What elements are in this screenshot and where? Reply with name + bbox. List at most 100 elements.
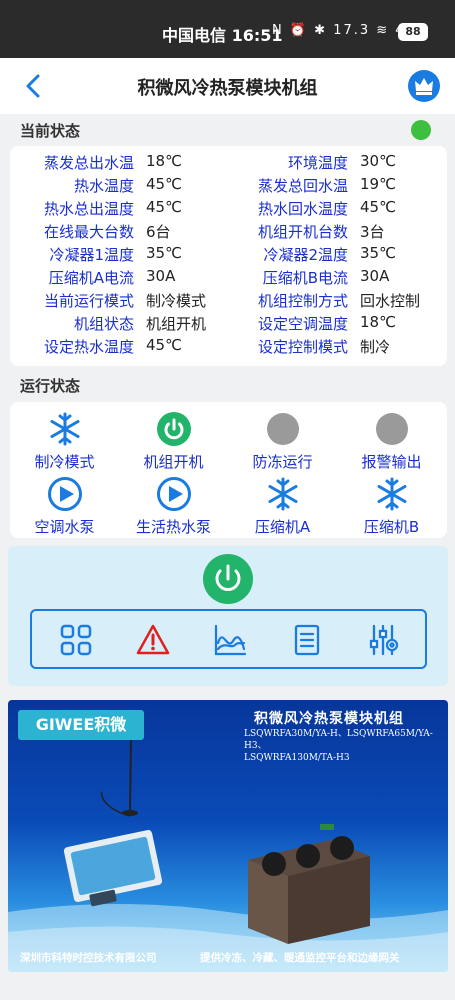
gray-dot-icon — [266, 412, 300, 446]
banner-models-line: LSQWRFA130M/TA-H3 — [244, 753, 350, 763]
run-item-cooling-mode: 制冷模式 — [10, 412, 119, 472]
status-label: 冷凝器1温度 — [49, 246, 134, 264]
status-label: 热水回水温度 — [257, 200, 348, 218]
list-icon — [294, 624, 320, 656]
run-item-ac-pump: 空调水泵 — [10, 477, 119, 537]
status-label: 设定控制模式 — [257, 338, 348, 356]
run-item-label: 生活热水泵 — [135, 518, 211, 536]
status-value: 18℃ — [146, 152, 182, 170]
banner-models: LSQWRFA30M/YA-H、LSQWRFA65M/YA-H3、 LSQWRF… — [244, 728, 448, 764]
status-value: 45℃ — [360, 198, 396, 216]
status-icons: N ⏰ ✱ 17.3 ≋ 4G — [272, 23, 418, 38]
status-value: 45℃ — [146, 336, 182, 354]
status-value: 19℃ — [360, 175, 396, 193]
status-row: 热水温度 45℃ 蒸发总回水温 19℃ — [10, 175, 447, 198]
current-status-title: 当前状态 — [20, 122, 81, 140]
online-status-indicator — [411, 120, 431, 140]
run-item-label: 报警输出 — [361, 453, 422, 471]
status-label: 蒸发总出水温 — [43, 154, 134, 172]
run-item-label: 压缩机A — [254, 518, 311, 536]
pump-play-icon — [47, 477, 82, 511]
control-panel — [8, 546, 448, 686]
settings-button[interactable] — [367, 623, 401, 657]
status-label: 环境温度 — [287, 154, 348, 172]
status-value: 6台 — [146, 223, 171, 241]
status-value: 30℃ — [360, 152, 396, 170]
status-label: 设定空调温度 — [257, 315, 348, 333]
warning-icon — [136, 624, 170, 655]
run-item-antifreeze: 防冻运行 — [228, 412, 337, 472]
battery-icon: 88 — [398, 23, 428, 41]
pump-play-icon — [156, 477, 191, 511]
run-item-label: 防冻运行 — [252, 453, 313, 471]
run-item-hot-water-pump: 生活热水泵 — [119, 477, 228, 537]
power-on-icon — [156, 412, 191, 446]
status-label: 机组控制方式 — [257, 292, 348, 310]
status-value: 3台 — [360, 223, 385, 241]
status-label: 压缩机B电流 — [262, 269, 348, 287]
run-item-unit-on: 机组开机 — [119, 412, 228, 472]
run-item-label: 压缩机B — [363, 518, 420, 536]
brand-logo: GIWEE积微 — [18, 710, 144, 740]
chart-icon — [214, 624, 247, 656]
carrier-time: 中国电信 16:51 — [162, 26, 283, 45]
banner-company: 深圳市科特时控技术有限公司 — [20, 952, 157, 964]
run-status-card: 制冷模式 机组开机 防冻运行 报警输出 空调水泵 生活热水泵 压缩机A 压缩机B — [10, 402, 447, 538]
app-header: 积微风冷热泵模块机组 — [0, 58, 455, 114]
grid-icon — [60, 624, 92, 656]
status-value: 30A — [146, 267, 176, 285]
run-item-compressor-a: 压缩机A — [228, 477, 337, 537]
status-value: 制冷模式 — [146, 292, 207, 310]
status-value: 机组开机 — [146, 315, 207, 333]
dashboard-button[interactable] — [59, 623, 93, 657]
run-item-label: 制冷模式 — [34, 453, 95, 471]
page-title: 积微风冷热泵模块机组 — [137, 78, 318, 99]
status-label: 当前运行模式 — [43, 292, 134, 310]
status-label: 压缩机A电流 — [48, 269, 134, 287]
status-value: 30A — [360, 267, 390, 285]
run-item-label: 机组开机 — [143, 453, 204, 471]
system-status-bar: 中国电信 16:51 N ⏰ ✱ 17.3 ≋ 4G 88 — [0, 0, 455, 58]
power-button[interactable] — [203, 554, 253, 604]
vip-button[interactable] — [408, 70, 440, 102]
status-label: 设定热水温度 — [43, 338, 134, 356]
run-item-alarm-output: 报警输出 — [337, 412, 446, 472]
alarm-button[interactable] — [136, 623, 170, 657]
status-label: 冷凝器2温度 — [263, 246, 348, 264]
status-row: 在线最大台数 6台 机组开机台数 3台 — [10, 221, 447, 244]
status-row: 设定热水温度 45℃ 设定控制模式 制冷 — [10, 336, 447, 359]
status-value: 45℃ — [146, 175, 182, 193]
snowflake-icon — [375, 477, 409, 511]
status-row: 当前运行模式 制冷模式 机组控制方式 回水控制 — [10, 290, 447, 313]
trend-chart-button[interactable] — [213, 623, 247, 657]
snowflake-icon — [48, 412, 82, 446]
status-row: 热水总出温度 45℃ 热水回水温度 45℃ — [10, 198, 447, 221]
function-toolbar — [30, 609, 427, 669]
run-status-title: 运行状态 — [20, 377, 81, 395]
status-label: 机组开机台数 — [257, 223, 348, 241]
run-item-label: 空调水泵 — [34, 518, 95, 536]
status-row: 机组状态 机组开机 设定空调温度 18℃ — [10, 313, 447, 336]
product-banner: GIWEE积微 积微风冷热泵模块机组 LSQWRFA30M/YA-H、LSQWR… — [8, 700, 448, 972]
settings-sliders-icon — [369, 624, 399, 656]
status-value: 35℃ — [360, 244, 396, 262]
status-row: 压缩机A电流 30A 压缩机B电流 30A — [10, 267, 447, 290]
status-value: 回水控制 — [360, 292, 421, 310]
power-icon — [215, 564, 241, 591]
status-row: 蒸发总出水温 18℃ 环境温度 30℃ — [10, 152, 447, 175]
status-value: 18℃ — [360, 313, 396, 331]
status-label: 热水温度 — [73, 177, 134, 195]
status-value: 制冷 — [360, 338, 391, 356]
status-row: 冷凝器1温度 35℃ 冷凝器2温度 35℃ — [10, 244, 447, 267]
current-status-card: 蒸发总出水温 18℃ 环境温度 30℃ 热水温度 45℃ 蒸发总回水温 19℃ … — [10, 146, 447, 366]
status-label: 蒸发总回水温 — [257, 177, 348, 195]
banner-slogan: 提供冷冻、冷藏、暖通监控平台和边缘网关 — [200, 952, 400, 964]
banner-models-line: LSQWRFA30M/YA-H、LSQWRFA65M/YA-H3、 — [244, 729, 433, 751]
records-button[interactable] — [290, 623, 324, 657]
status-label: 在线最大台数 — [43, 223, 134, 241]
status-label: 热水总出温度 — [43, 200, 134, 218]
gray-dot-icon — [375, 412, 409, 446]
run-item-compressor-b: 压缩机B — [337, 477, 446, 537]
status-value: 35℃ — [146, 244, 182, 262]
snowflake-icon — [266, 477, 300, 511]
